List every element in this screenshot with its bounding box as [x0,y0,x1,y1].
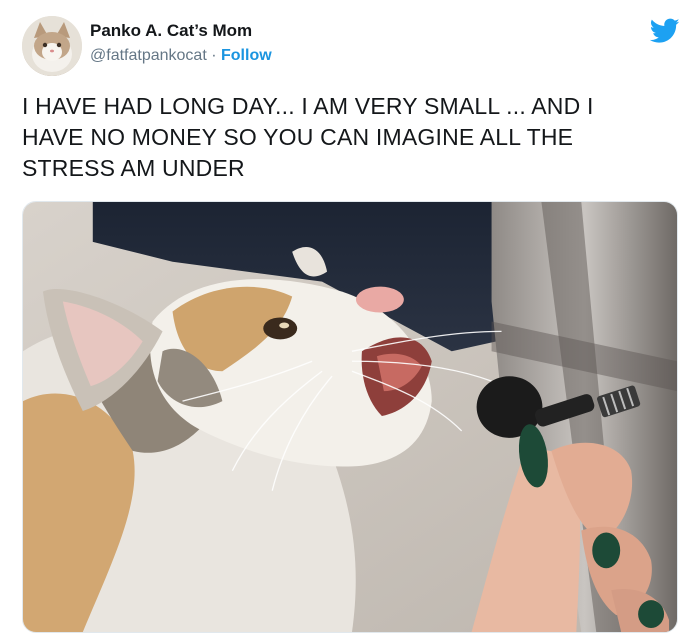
display-name[interactable]: Panko A. Cat’s Mom [90,20,272,42]
author-info: Panko A. Cat’s Mom @fatfatpankocat · Fol… [90,20,272,67]
avatar[interactable] [22,16,82,76]
cat-photo-image [23,202,677,632]
tweet-card: Panko A. Cat’s Mom @fatfatpankocat · Fol… [0,0,700,639]
tweet-photo[interactable] [22,201,678,633]
separator-dot: · [211,47,217,64]
follow-link[interactable]: Follow [221,47,272,64]
avatar-cat-image [22,16,82,76]
twitter-bird-icon[interactable] [650,18,680,44]
tweet-header: Panko A. Cat’s Mom @fatfatpankocat · Fol… [22,16,680,80]
tweet-text: I HAVE HAD LONG DAY... I AM VERY SMALL .… [22,93,594,181]
handle[interactable]: @fatfatpankocat [90,47,207,64]
handle-line: @fatfatpankocat · Follow [90,45,272,67]
